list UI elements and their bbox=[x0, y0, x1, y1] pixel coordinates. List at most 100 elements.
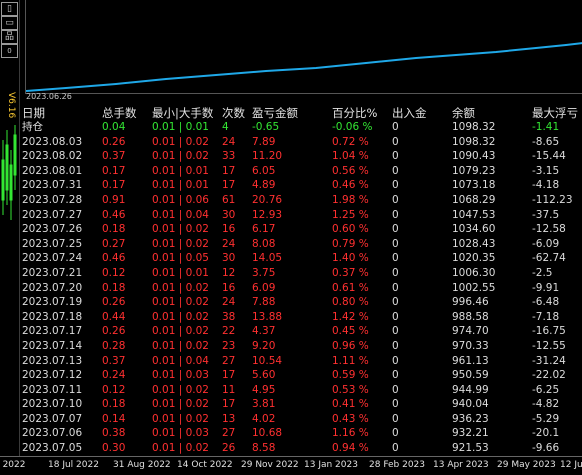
strip-button-1[interactable]: ▯ bbox=[1, 2, 18, 16]
row-pct: 1.40 % bbox=[332, 251, 369, 266]
row-io: 0 bbox=[392, 412, 399, 427]
row-date: 2023.08.01 bbox=[22, 164, 82, 179]
row-io: 0 bbox=[392, 251, 399, 266]
row-date: 2023.07.19 bbox=[22, 295, 82, 310]
time-axis-label: 28 Feb 2023 bbox=[369, 460, 425, 470]
row-date: 2023.07.11 bbox=[22, 383, 82, 398]
table-row: 2023.07.070.140.01 | 0.02134.020.43 %093… bbox=[20, 412, 582, 427]
row-minmax: 0.01 | 0.02 bbox=[152, 149, 209, 164]
table-row: 2023.07.140.280.01 | 0.02239.200.96 %097… bbox=[20, 339, 582, 354]
row-drawdown: -12.58 bbox=[532, 222, 566, 237]
row-drawdown: -15.44 bbox=[532, 149, 566, 164]
row-minmax: 0.01 | 0.06 bbox=[152, 193, 209, 208]
row-count: 24 bbox=[222, 237, 235, 252]
table-row: 2023.07.210.120.01 | 0.01123.750.37 %010… bbox=[20, 266, 582, 281]
table-body: 2023.08.030.260.01 | 0.02247.890.72 %010… bbox=[20, 135, 582, 456]
row-count: 17 bbox=[222, 178, 235, 193]
hold-io: 0 bbox=[392, 120, 399, 135]
row-lots: 0.91 bbox=[102, 193, 125, 208]
table-row: 2023.07.260.180.01 | 0.02166.170.60 %010… bbox=[20, 222, 582, 237]
table-row: 2023.08.020.370.01 | 0.023311.201.04 %01… bbox=[20, 149, 582, 164]
equity-curve-chart bbox=[25, 0, 582, 94]
strip-button-4[interactable]: 0 bbox=[1, 44, 18, 58]
row-pl: 13.88 bbox=[252, 310, 282, 325]
row-drawdown: -9.66 bbox=[532, 441, 559, 456]
row-minmax: 0.01 | 0.02 bbox=[152, 237, 209, 252]
row-pl: 3.81 bbox=[252, 397, 275, 412]
row-drawdown: -3.15 bbox=[532, 164, 559, 179]
row-pct: 0.79 % bbox=[332, 237, 369, 252]
row-balance: 944.99 bbox=[452, 383, 489, 398]
row-io: 0 bbox=[392, 237, 399, 252]
row-count: 30 bbox=[222, 208, 235, 223]
hold-lots: 0.04 bbox=[102, 120, 125, 135]
row-drawdown: -7.18 bbox=[532, 310, 559, 325]
row-balance: 1028.43 bbox=[452, 237, 495, 252]
row-count: 11 bbox=[222, 383, 235, 398]
row-pl: 11.20 bbox=[252, 149, 282, 164]
row-minmax: 0.01 | 0.02 bbox=[152, 324, 209, 339]
row-lots: 0.30 bbox=[102, 441, 125, 456]
header-lots: 总手数 bbox=[102, 106, 137, 120]
row-date: 2023.07.28 bbox=[22, 193, 82, 208]
table-header: 日期 总手数 最小|大手数 次数 盈亏金额 百分比% 出入金 余额 最大浮亏 bbox=[20, 106, 582, 120]
row-pct: 1.16 % bbox=[332, 426, 369, 441]
row-drawdown: -6.25 bbox=[532, 383, 559, 398]
row-lots: 0.44 bbox=[102, 310, 125, 325]
row-pl: 6.09 bbox=[252, 281, 275, 296]
row-pl: 3.75 bbox=[252, 266, 275, 281]
row-balance: 1079.23 bbox=[452, 164, 495, 179]
statistics-panel: 2023.06.26 日期 总手数 最小|大手数 次数 盈亏金额 百分比% 出入… bbox=[20, 0, 582, 456]
time-axis-label: 13 Jan 2023 bbox=[304, 460, 358, 470]
row-io: 0 bbox=[392, 222, 399, 237]
row-balance: 1098.32 bbox=[452, 135, 495, 150]
table-row: 2023.07.250.270.01 | 0.02248.080.79 %010… bbox=[20, 237, 582, 252]
table-row: 2023.07.190.260.01 | 0.02247.880.80 %099… bbox=[20, 295, 582, 310]
row-minmax: 0.01 | 0.04 bbox=[152, 354, 209, 369]
row-date: 2023.08.03 bbox=[22, 135, 82, 150]
table-row: 2023.07.200.180.01 | 0.02166.090.61 %010… bbox=[20, 281, 582, 296]
row-lots: 0.18 bbox=[102, 281, 125, 296]
row-balance: 961.13 bbox=[452, 354, 489, 369]
strip-button-3[interactable]: 品 bbox=[1, 30, 18, 44]
row-minmax: 0.01 | 0.02 bbox=[152, 295, 209, 310]
header-pl: 盈亏金额 bbox=[252, 106, 298, 120]
row-io: 0 bbox=[392, 266, 399, 281]
row-pct: 0.61 % bbox=[332, 281, 369, 296]
time-axis-label: 14 Oct 2022 bbox=[177, 460, 233, 470]
row-count: 33 bbox=[222, 149, 235, 164]
row-io: 0 bbox=[392, 281, 399, 296]
row-drawdown: -5.29 bbox=[532, 412, 559, 427]
row-lots: 0.12 bbox=[102, 383, 125, 398]
table-row: 2023.08.030.260.01 | 0.02247.890.72 %010… bbox=[20, 135, 582, 150]
row-minmax: 0.01 | 0.01 bbox=[152, 164, 209, 179]
row-drawdown: -37.5 bbox=[532, 208, 559, 223]
row-drawdown: -2.5 bbox=[532, 266, 553, 281]
time-axis-label: 13 Apr 2023 bbox=[433, 460, 489, 470]
row-lots: 0.38 bbox=[102, 426, 125, 441]
row-pct: 0.43 % bbox=[332, 412, 369, 427]
equity-curve-line bbox=[26, 43, 582, 91]
row-drawdown: -12.55 bbox=[532, 339, 566, 354]
strip-side-label: V6.16 bbox=[2, 92, 16, 118]
row-date: 2023.08.02 bbox=[22, 149, 82, 164]
row-lots: 0.37 bbox=[102, 149, 125, 164]
header-io: 出入金 bbox=[392, 106, 427, 120]
row-io: 0 bbox=[392, 397, 399, 412]
row-date: 2023.07.17 bbox=[22, 324, 82, 339]
table-row: 2023.07.050.300.01 | 0.02268.580.94 %092… bbox=[20, 441, 582, 456]
row-balance: 1068.29 bbox=[452, 193, 495, 208]
row-balance: 932.21 bbox=[452, 426, 489, 441]
row-pct: 0.94 % bbox=[332, 441, 369, 456]
row-balance: 1002.55 bbox=[452, 281, 495, 296]
row-pct: 0.60 % bbox=[332, 222, 369, 237]
row-date: 2023.07.05 bbox=[22, 441, 82, 456]
row-io: 0 bbox=[392, 441, 399, 456]
row-pct: 0.72 % bbox=[332, 135, 369, 150]
row-drawdown: -6.48 bbox=[532, 295, 559, 310]
row-minmax: 0.01 | 0.02 bbox=[152, 383, 209, 398]
row-minmax: 0.01 | 0.02 bbox=[152, 339, 209, 354]
hold-count: 4 bbox=[222, 120, 229, 135]
row-minmax: 0.01 | 0.01 bbox=[152, 266, 209, 281]
strip-button-2[interactable]: ▭ bbox=[1, 16, 18, 30]
